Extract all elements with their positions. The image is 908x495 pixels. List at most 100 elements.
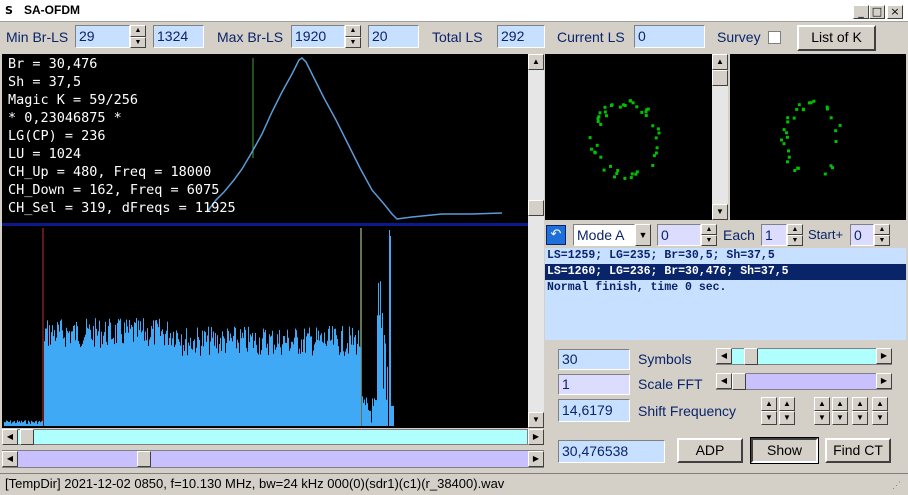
min-br-ls-input[interactable]: 29 [75,25,130,48]
spectrum-bar [111,339,112,426]
plot-scroll-down-icon[interactable]: ▼ [528,412,544,428]
constellation-scroll-down-icon[interactable]: ▼ [712,204,728,220]
spectrum-bar [8,421,9,426]
find-ct-button[interactable]: Find CT [825,438,891,463]
constellation-point [615,172,619,175]
shift-fine-down-icon[interactable]: ▼ [779,411,795,425]
scale-fft-slider-right-icon[interactable]: ▶ [876,373,892,389]
scale-fft-input[interactable]: 1 [558,374,630,395]
spectrum-hscroll-thumb[interactable] [20,429,34,445]
constellation-right-svg [780,99,842,176]
br-value-input[interactable]: 30,476538 [558,440,665,463]
spectrum-bar [214,345,215,426]
spectrum-bar [19,420,20,426]
step2-up-icon[interactable]: ▲ [832,397,848,411]
list-of-k-button[interactable]: List of K [797,25,876,51]
back-icon[interactable]: ↶ [546,225,566,245]
mode-number-down-icon[interactable]: ▼ [701,235,717,246]
log-list[interactable]: LS=1259; LG=235; Br=30,5; Sh=37,5 LS=126… [545,248,906,340]
log-row-0[interactable]: LS=1259; LG=235; Br=30,5; Sh=37,5 [545,248,906,264]
step3-up-icon[interactable]: ▲ [852,397,868,411]
spectrum-bar [141,332,142,426]
min-br-ls-down-icon[interactable]: ▼ [130,37,146,48]
spectrum-bar [219,343,220,426]
spectrum-bar [17,420,18,426]
symbols-slider-right-icon[interactable]: ▶ [876,348,892,364]
spectrum-bar [321,333,322,426]
each-up-icon[interactable]: ▲ [787,224,803,235]
scale-fft-slider-thumb[interactable] [732,373,746,390]
constellation-point [593,151,597,155]
mode-number-input[interactable]: 0 [657,224,701,246]
spectrum-scroll-left-icon[interactable]: ◀ [2,429,18,445]
spectrum-bar [242,332,243,426]
scale-fft-slider-left-icon[interactable]: ◀ [716,373,732,389]
symbols-slider-left-icon[interactable]: ◀ [716,348,732,364]
zoom-scroll-left-icon[interactable]: ◀ [2,451,18,467]
min-br-ls-extra[interactable]: 1324 [153,25,204,48]
step4-up-icon[interactable]: ▲ [872,397,888,411]
step1-down-icon[interactable]: ▼ [814,411,830,425]
start-up-icon[interactable]: ▲ [874,224,890,235]
maximize-button[interactable]: □ [869,5,885,19]
shift-down-icon[interactable]: ▼ [761,411,777,425]
shift-frequency-input[interactable]: 14,6179 [558,399,630,422]
plot-vscrollbar[interactable] [528,54,544,428]
close-button[interactable]: × [887,5,903,19]
shift-fine-up-icon[interactable]: ▲ [779,397,795,411]
zoom-scroll-right-icon[interactable]: ▶ [528,451,544,467]
spectrum-bar [231,338,232,426]
log-row-2[interactable]: Normal finish, time 0 sec. [545,280,906,296]
spectrum-bar [288,337,289,426]
spectrum-bar [263,328,264,426]
start-input[interactable]: 0 [850,224,874,246]
spectrum-bar [109,318,110,426]
spectrum-hscrollbar[interactable] [2,429,528,445]
min-br-ls-up-icon[interactable]: ▲ [130,25,146,37]
spectrum-bar [264,332,265,426]
constellation-scroll-thumb[interactable] [712,70,728,86]
max-br-ls-up-icon[interactable]: ▲ [345,25,361,37]
max-br-ls-extra[interactable]: 20 [368,25,419,48]
spectrum-bar [334,328,335,426]
start-down-icon[interactable]: ▼ [874,235,890,246]
spectrum-bar [153,320,154,426]
spectrum-bar [24,420,25,426]
spectrum-bar [92,340,93,426]
spectrum-bar [245,329,246,426]
spectrum-scroll-right-icon[interactable]: ▶ [528,429,544,445]
step4-down-icon[interactable]: ▼ [872,411,888,425]
spectrum-bar [184,350,185,426]
spectrum-bar [25,420,26,426]
zoom-hscroll-thumb[interactable] [137,451,151,467]
step2-down-icon[interactable]: ▼ [832,411,848,425]
max-br-ls-down-icon[interactable]: ▼ [345,37,361,48]
symbols-slider[interactable] [716,348,892,365]
spectrum-bar [252,332,253,426]
mode-select[interactable]: Mode A [573,224,635,246]
spectrum-bar [227,328,228,426]
resize-grip-icon[interactable]: ⋰ [892,480,901,491]
symbols-slider-thumb[interactable] [744,348,758,365]
log-row-1[interactable]: LS=1260; LG=236; Br=30,476; Sh=37,5 [545,264,906,280]
adp-button[interactable]: ADP [677,438,743,463]
zoom-hscrollbar[interactable] [2,450,544,468]
constellation-scroll-up-icon[interactable]: ▲ [712,54,728,70]
max-br-ls-input[interactable]: 1920 [291,25,345,48]
minimize-button[interactable]: _ [853,5,869,19]
step3-down-icon[interactable]: ▼ [852,411,868,425]
each-input[interactable]: 1 [761,224,787,246]
mode-number-up-icon[interactable]: ▲ [701,224,717,235]
plot-scroll-up-icon[interactable]: ▲ [528,54,544,70]
plot-vscroll-thumb[interactable] [528,200,544,216]
spectrum-bar [78,340,79,426]
show-button[interactable]: Show [750,437,819,464]
spectrum-bar [161,331,162,426]
symbols-input[interactable]: 30 [558,349,630,370]
spectrum-bar [391,406,392,426]
shift-up-icon[interactable]: ▲ [761,397,777,411]
survey-checkbox[interactable] [768,31,781,44]
step1-up-icon[interactable]: ▲ [814,397,830,411]
mode-dropdown-icon[interactable]: ▼ [635,224,651,246]
each-down-icon[interactable]: ▼ [787,235,803,246]
